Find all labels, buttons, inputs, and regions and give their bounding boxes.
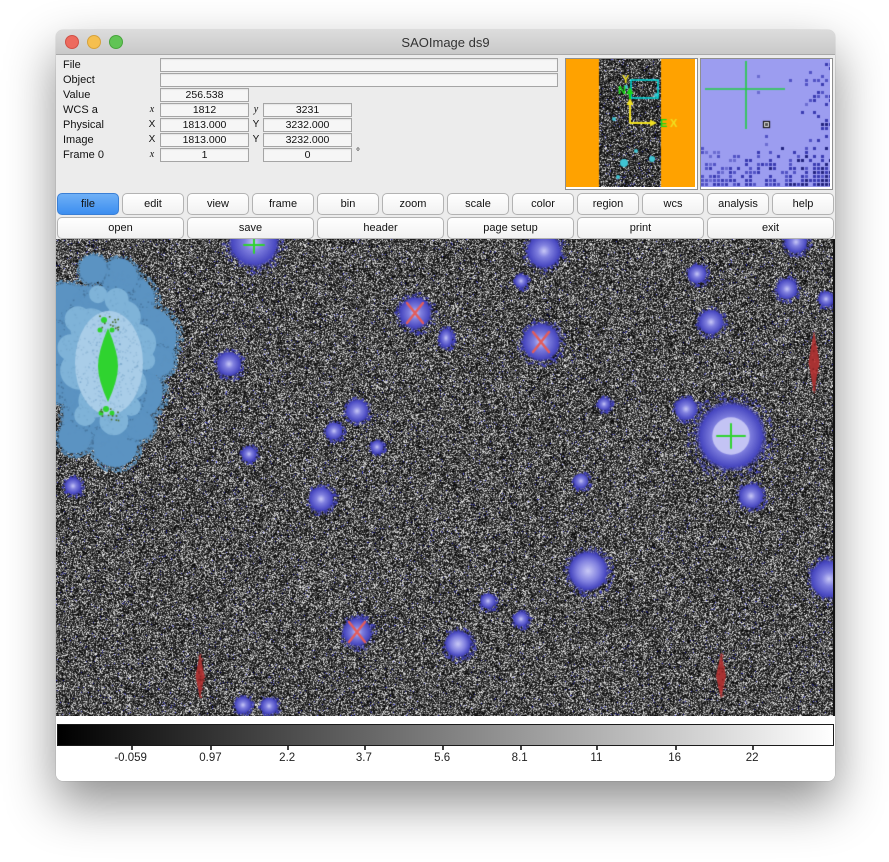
panner-box [565,58,698,190]
colorbar-tick-label: 2.2 [279,752,295,764]
info-field[interactable]: 3232.000 [263,118,352,132]
colorbar-tick [596,746,598,750]
info-row-object: Object [56,73,561,88]
info-row-frame-0: Frame 0 x10 ° [56,148,561,163]
colorbar-tick [520,746,522,750]
panner-canvas[interactable] [566,59,695,187]
colorbar-tick [675,746,677,750]
info-panel: FileObjectValue256.538WCS ax1812y3231Phy… [56,55,835,191]
axis-label: x [146,104,158,115]
info-label: Object [63,74,95,86]
menu-button-save[interactable]: save [187,217,314,239]
minimize-button[interactable] [87,35,101,49]
info-row-value: Value 256.538 [56,88,561,103]
zoom-button[interactable] [109,35,123,49]
colorbar-gradient[interactable] [57,724,834,746]
colorbar-tick-label: 11 [590,752,602,764]
info-label: Physical [63,119,104,131]
colorbar-area: -0.059 0.97 2.2 3.7 5.6 8.1 11 16 22 [56,716,835,781]
menu-button-print[interactable]: print [577,217,704,239]
menu-button-help[interactable]: help [772,193,834,215]
info-label: WCS a [63,104,98,116]
titlebar[interactable]: SAOImage ds9 [56,30,835,55]
info-field[interactable]: 1 [160,148,249,162]
menu-button-wcs[interactable]: wcs [642,193,704,215]
info-row-image: Image X1813.000Y3232.000 [56,133,561,148]
menu-button-scale[interactable]: scale [447,193,509,215]
menu-button-exit[interactable]: exit [707,217,834,239]
info-label: Frame 0 [63,149,104,161]
colorbar-tick [442,746,444,750]
info-field[interactable] [160,58,558,72]
colorbar-tick [287,746,289,750]
colorbar-tick-label: 3.7 [356,752,372,764]
colorbar-tick-label: 16 [668,752,681,764]
axis-label: y [250,104,262,115]
colorbar-tick-label: -0.059 [114,752,147,764]
info-rows: FileObjectValue256.538WCS ax1812y3231Phy… [56,58,561,163]
menu-button-header[interactable]: header [317,217,444,239]
image-area [56,239,835,716]
magnifier-box [700,58,833,190]
menu-button-zoom[interactable]: zoom [382,193,444,215]
axis-label: Y [250,119,262,130]
info-field[interactable]: 1813.000 [160,118,249,132]
menu-button-frame[interactable]: frame [252,193,314,215]
menu-button-file[interactable]: file [57,193,119,215]
info-row-wcs-a: WCS a x1812y3231 [56,103,561,118]
menu-button-open[interactable]: open [57,217,184,239]
info-field[interactable]: 1813.000 [160,133,249,147]
colorbar-tick [364,746,366,750]
info-field[interactable]: 0 [263,148,352,162]
colorbar-tick-label: 8.1 [512,752,528,764]
colorbar-tick [752,746,754,750]
info-label: Value [63,89,90,101]
magnifier-canvas[interactable] [701,59,830,187]
menu-button-color[interactable]: color [512,193,574,215]
ds9-window: SAOImage ds9 FileObjectValue256.538WCS a… [56,30,835,781]
info-field[interactable]: 3231 [263,103,352,117]
colorbar-tick-label: 22 [746,752,759,764]
colorbar-tick [131,746,133,750]
colorbar-tick [210,746,212,750]
info-label: Image [63,134,94,146]
info-field[interactable]: 256.538 [160,88,249,102]
menu-button-edit[interactable]: edit [122,193,184,215]
menu-button-view[interactable]: view [187,193,249,215]
traffic-lights [65,30,123,54]
axis-label: Y [250,134,262,145]
menu-button-page-setup[interactable]: page setup [447,217,574,239]
info-field[interactable]: 3232.000 [263,133,352,147]
close-button[interactable] [65,35,79,49]
menu-row-2: opensaveheaderpage setupprintexit [56,215,835,239]
colorbar-tick-label: 0.97 [199,752,221,764]
degree-suffix: ° [356,147,360,158]
axis-label: x [146,149,158,160]
info-field[interactable] [160,73,558,87]
axis-label: X [146,134,158,145]
info-field[interactable]: 1812 [160,103,249,117]
axis-label: X [146,119,158,130]
info-row-file: File [56,58,561,73]
menu-button-analysis[interactable]: analysis [707,193,769,215]
main-image-canvas[interactable] [56,239,833,716]
info-row-physical: Physical X1813.000Y3232.000 [56,118,561,133]
menu-row-1: fileeditviewframebinzoomscalecolorregion… [56,191,835,215]
window-title: SAOImage ds9 [401,35,489,50]
colorbar-tick-label: 5.6 [434,752,450,764]
menu-button-region[interactable]: region [577,193,639,215]
info-label: File [63,59,81,71]
menu-button-bin[interactable]: bin [317,193,379,215]
